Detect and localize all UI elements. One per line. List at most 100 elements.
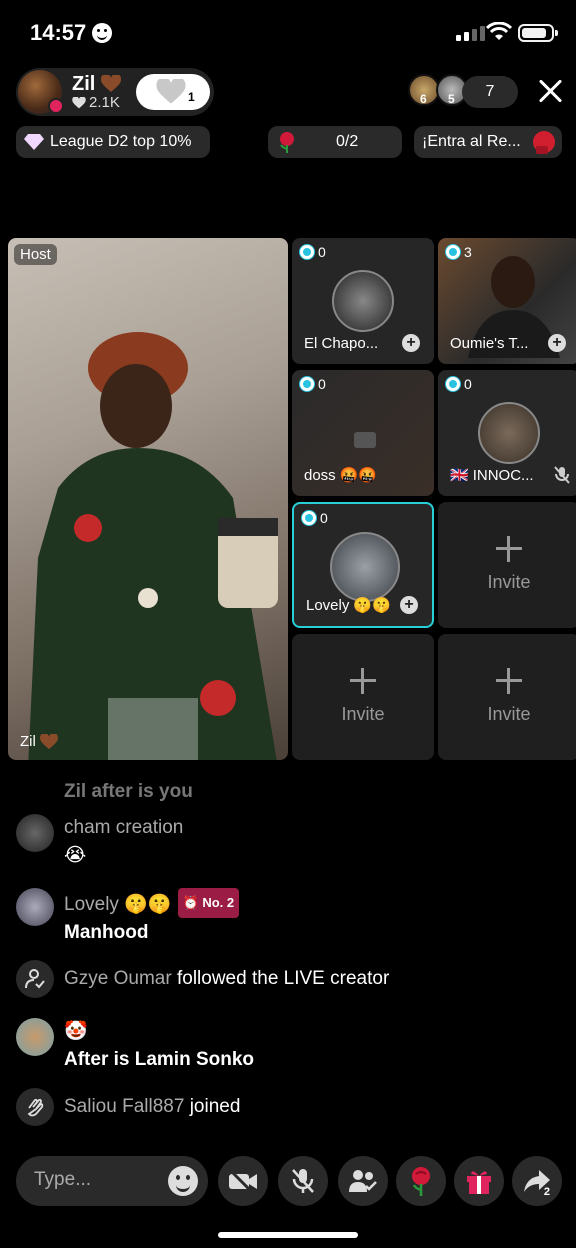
- host-likes: 2.1K: [72, 94, 121, 112]
- rose-gift-button[interactable]: [396, 1156, 446, 1206]
- chat-message[interactable]: 🤡 After is Lamin Sonko: [16, 1018, 254, 1074]
- invite-seat[interactable]: Invite: [438, 634, 576, 760]
- guest-seat[interactable]: 0 🇬🇧 INNOC...: [438, 370, 576, 496]
- bottom-toolbar: Type... 2: [0, 1152, 576, 1212]
- host-label: Host: [14, 244, 57, 265]
- user-avatar[interactable]: [16, 814, 54, 852]
- wifi-icon: [486, 22, 512, 40]
- mic-off-button[interactable]: [278, 1156, 328, 1206]
- share-button[interactable]: 2: [512, 1156, 562, 1206]
- league-chip[interactable]: League D2 top 10%: [16, 126, 210, 158]
- ranking-label: ¡Entra al Re...: [422, 133, 521, 150]
- chat-username[interactable]: Lovely: [64, 894, 119, 915]
- guest-name: doss: [304, 466, 336, 484]
- plus-icon: [350, 668, 376, 694]
- chat-text: 😭: [64, 845, 87, 866]
- focus-mode-icon: [92, 23, 113, 43]
- chat-username[interactable]: Gzye Oumar: [64, 968, 172, 989]
- comment-input[interactable]: Type...: [16, 1156, 208, 1206]
- top-viewers[interactable]: 6 5: [408, 74, 468, 106]
- score-icon: [302, 511, 316, 525]
- diamond-icon: [24, 134, 44, 150]
- follow-count: 1: [188, 90, 195, 104]
- guest-seat[interactable]: 0 El Chapo... +: [292, 238, 434, 364]
- chat-text: joined: [189, 1096, 241, 1117]
- video-off-icon: [229, 1169, 257, 1193]
- guest-seat-selected[interactable]: 0 Lovely 🤫🤫 +: [292, 502, 434, 628]
- rose-icon: [412, 1167, 430, 1196]
- rose-icon: [280, 132, 294, 153]
- chat-system-message: Gzye Oumar followed the LIVE creator: [16, 960, 389, 998]
- guest-score: 0: [300, 244, 326, 260]
- add-guest-icon[interactable]: +: [548, 334, 566, 352]
- chat-system-message: Saliou Fall887 joined: [16, 1088, 240, 1126]
- mic-off-icon: [292, 1169, 314, 1193]
- shushing-emoji-icon: 🤫🤫: [124, 894, 172, 915]
- host-avatar[interactable]: [18, 70, 64, 114]
- heart-icon: [156, 79, 186, 104]
- angry-emoji-icon: 🤬🤬: [339, 467, 378, 484]
- camera-off-button[interactable]: [218, 1156, 268, 1206]
- add-guest-icon[interactable]: +: [400, 596, 418, 614]
- plus-icon: [496, 668, 522, 694]
- guest-score: 0: [446, 376, 472, 392]
- muted-mic-icon: [48, 98, 64, 114]
- guest-avatar: [478, 402, 540, 464]
- guest-seat[interactable]: 0 doss 🤬🤬: [292, 370, 434, 496]
- muted-mic-icon: [554, 466, 570, 484]
- guest-name: Oumie's T...: [450, 335, 529, 352]
- cellular-signal-icon: [456, 26, 485, 41]
- clock: 14:57: [30, 20, 113, 46]
- guest-name: INNOC...: [472, 466, 534, 484]
- chat-message[interactable]: Lovely 🤫🤫 ⏰ No. 2 Manhood: [16, 888, 240, 947]
- invite-label: Invite: [487, 572, 531, 592]
- chat-text: followed the LIVE creator: [176, 968, 390, 989]
- guest-avatar: [332, 270, 394, 332]
- score-icon: [446, 245, 460, 259]
- host-video[interactable]: Host Zil: [8, 238, 288, 760]
- chat-message[interactable]: cham creation 😭: [16, 814, 183, 870]
- ranking-chip[interactable]: ¡Entra al Re...: [414, 126, 562, 158]
- follow-user-icon: [16, 960, 54, 998]
- shushing-emoji-icon: 🤫🤫: [353, 597, 391, 614]
- add-guest-icon[interactable]: +: [402, 334, 420, 352]
- share-count: 2: [543, 1186, 550, 1198]
- guest-seat[interactable]: 3 Oumie's T... +: [438, 238, 576, 364]
- user-avatar[interactable]: [16, 888, 54, 926]
- multi-guest-stage: Host Zil 0 El Chapo... + 3 Oumie's T... …: [6, 236, 576, 762]
- guest-score: 3: [446, 244, 472, 260]
- rose-goal-chip[interactable]: 0/2: [268, 126, 402, 158]
- follow-heart-button[interactable]: 1: [136, 74, 210, 110]
- league-label: League D2 top 10%: [50, 133, 192, 150]
- invite-label: Invite: [341, 704, 385, 724]
- guest-score: 0: [300, 376, 326, 392]
- battery-icon: [518, 24, 558, 42]
- guest-name: El Chapo...: [304, 335, 379, 352]
- user-avatar[interactable]: [16, 1018, 54, 1056]
- invite-seat[interactable]: Invite: [438, 502, 576, 628]
- guest-score: 0: [302, 510, 328, 526]
- invite-label: Invite: [487, 704, 531, 724]
- rose-progress: 0/2: [336, 133, 359, 150]
- clown-emoji-icon: 🤡: [64, 1021, 88, 1042]
- gift-button[interactable]: [454, 1156, 504, 1206]
- chat-username[interactable]: cham creation: [64, 814, 183, 842]
- brown-heart-icon: [39, 733, 58, 749]
- chat-text: Manhood: [64, 922, 149, 943]
- camera-off-icon: [354, 432, 376, 448]
- viewer-count[interactable]: 7: [462, 76, 518, 108]
- waving-hand-icon: [16, 1088, 54, 1126]
- emoji-icon[interactable]: [168, 1166, 198, 1196]
- guests-button[interactable]: [338, 1156, 388, 1206]
- invite-seat[interactable]: Invite: [292, 634, 434, 760]
- score-icon: [300, 377, 314, 391]
- gift-icon: [467, 1171, 491, 1194]
- host-video-name: Zil: [20, 733, 58, 750]
- brown-heart-icon: [101, 74, 122, 92]
- chat-username[interactable]: Saliou Fall887: [64, 1096, 184, 1117]
- home-indicator[interactable]: [218, 1232, 358, 1238]
- uk-flag-icon: 🇬🇧: [450, 467, 469, 484]
- rank-badge: ⏰ No. 2: [177, 888, 240, 918]
- guest-name: Lovely: [306, 596, 350, 614]
- close-icon[interactable]: [536, 78, 564, 106]
